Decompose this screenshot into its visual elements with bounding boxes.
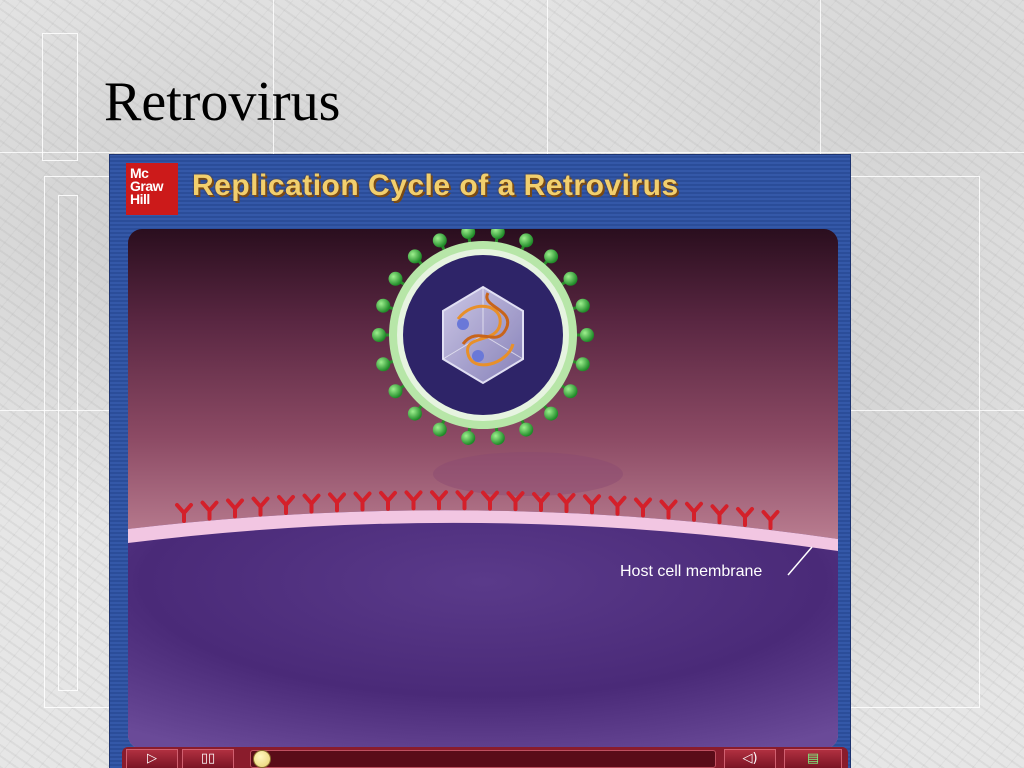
cell-receptor <box>659 499 678 520</box>
glycoprotein-spike <box>575 298 590 313</box>
glycoprotein-spike <box>519 422 534 437</box>
cell-receptor <box>175 502 193 523</box>
cell-receptor <box>481 490 499 511</box>
virus-shadow <box>433 452 623 496</box>
glycoprotein-spike <box>563 384 578 399</box>
host-cell-interior <box>128 510 838 749</box>
animation-title: Replication Cycle of a Retrovirus <box>192 169 679 202</box>
cell-receptor <box>532 491 550 512</box>
glycoprotein-spike <box>544 249 559 264</box>
retrovirus-particle <box>372 229 594 445</box>
glycoprotein-spike <box>376 298 391 313</box>
reverse-transcriptase <box>457 318 469 330</box>
animation-viewport: Host cell membrane <box>128 229 838 749</box>
cell-receptor <box>685 501 703 522</box>
glycoprotein-spike <box>461 430 476 445</box>
glycoprotein-spike <box>563 271 578 286</box>
player-controls: ▷ ▯▯ ◁) ▤ <box>122 747 848 768</box>
volume-button[interactable]: ◁) <box>724 749 776 768</box>
glycoprotein-spike <box>544 406 559 421</box>
progress-track[interactable] <box>250 750 716 768</box>
decorative-frame <box>58 195 78 691</box>
cell-receptor <box>608 495 627 516</box>
cell-receptor <box>302 493 321 514</box>
glycoprotein-spike <box>388 384 403 399</box>
animation-player: Mc Graw Hill Replication Cycle of a Retr… <box>110 155 850 768</box>
glycoprotein-spike <box>461 229 476 240</box>
cell-receptor <box>404 490 423 511</box>
cell-receptor <box>455 490 474 511</box>
cell-receptor <box>277 494 295 515</box>
notes-icon: ▤ <box>806 751 820 766</box>
play-button[interactable]: ▷ <box>126 749 178 768</box>
glycoprotein-spike <box>575 357 590 372</box>
cell-receptor <box>557 492 576 513</box>
pause-icon: ▯▯ <box>200 751 216 766</box>
speaker-icon: ◁) <box>742 751 758 766</box>
slide-title: Retrovirus <box>104 71 341 133</box>
glycoprotein-spike <box>519 233 534 248</box>
publisher-logo: Mc Graw Hill <box>126 163 178 215</box>
retrovirus-illustration <box>128 229 838 749</box>
cell-receptor <box>251 496 270 517</box>
glycoprotein-spike <box>490 430 505 445</box>
background-gridline <box>0 152 1024 153</box>
pause-button[interactable]: ▯▯ <box>182 749 234 768</box>
glycoprotein-spike <box>432 233 447 248</box>
glycoprotein-spike <box>407 406 422 421</box>
glycoprotein-spike <box>407 249 422 264</box>
glycoprotein-spike <box>580 328 594 342</box>
reverse-transcriptase <box>472 350 484 362</box>
cell-receptor <box>328 492 346 513</box>
decorative-frame <box>42 33 78 161</box>
host-cell-membrane-label: Host cell membrane <box>620 563 763 580</box>
play-icon: ▷ <box>147 751 157 766</box>
glycoprotein-spike <box>376 357 391 372</box>
cell-receptor <box>379 490 397 511</box>
glycoprotein-spike <box>372 328 386 342</box>
cell-receptor <box>430 490 448 511</box>
glycoprotein-spike <box>490 229 505 240</box>
cell-receptor <box>583 494 601 515</box>
cell-receptor <box>353 491 372 512</box>
progress-thumb[interactable] <box>253 750 271 768</box>
cell-receptor <box>200 500 219 521</box>
logo-line: Hill <box>130 191 150 207</box>
cell-receptor <box>736 506 754 527</box>
notes-button[interactable]: ▤ <box>784 749 842 768</box>
cell-receptor <box>710 504 729 525</box>
glycoprotein-spike <box>432 422 447 437</box>
cell-receptor <box>761 509 780 530</box>
cell-receptor <box>226 498 244 519</box>
glycoprotein-spike <box>388 271 403 286</box>
cell-receptor <box>634 497 652 518</box>
